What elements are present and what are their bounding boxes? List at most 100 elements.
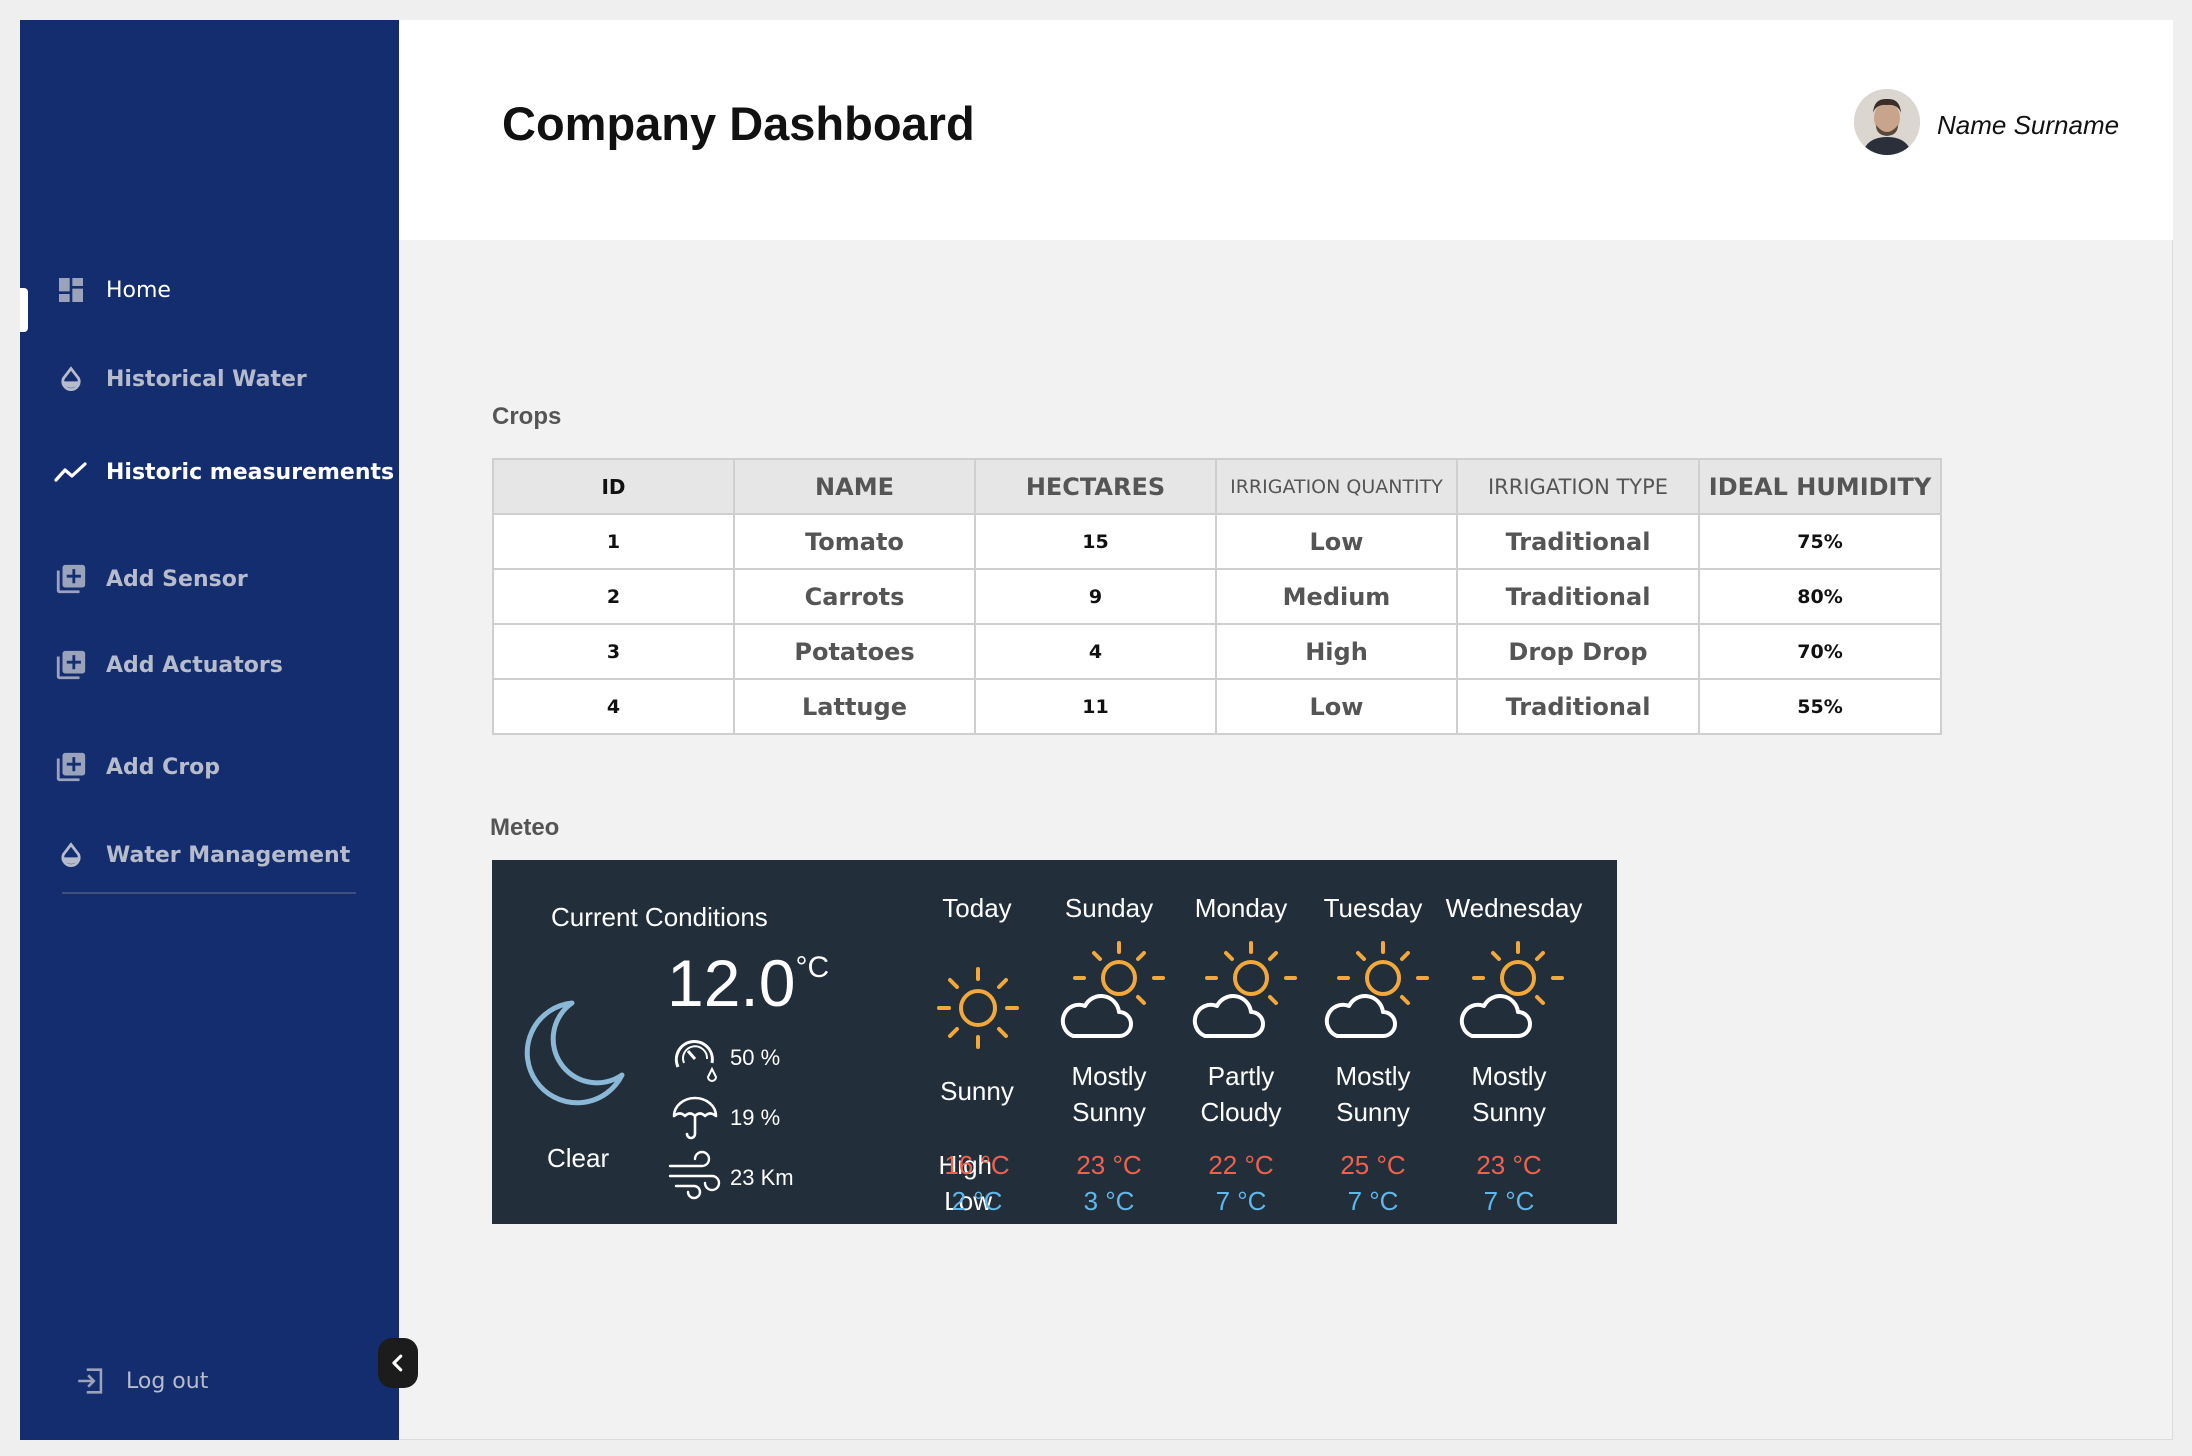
collapse-sidebar-button[interactable] bbox=[378, 1338, 418, 1388]
forecast-day: Today bbox=[942, 893, 1012, 923]
sun-cloud-icon bbox=[1192, 941, 1297, 1038]
forecast-high: 23 °C bbox=[1076, 1150, 1142, 1180]
table-row[interactable]: 1 Tomato 15 Low Traditional 75% bbox=[492, 513, 1942, 570]
current-conditions-title: Current Conditions bbox=[551, 902, 768, 932]
cell-name: Lattuge bbox=[733, 678, 976, 735]
forecast-high: 22 °C bbox=[1208, 1150, 1274, 1180]
sidebar-item-label: Historical Water bbox=[106, 366, 307, 392]
cell-irrigation-type: Traditional bbox=[1456, 513, 1700, 570]
cell-irrigation-quantity: Low bbox=[1215, 513, 1458, 570]
sidebar-item-add-crop[interactable]: Add Crop bbox=[54, 742, 220, 792]
forecast-low: 7 °C bbox=[1215, 1186, 1267, 1216]
temperature-unit: °C bbox=[795, 951, 830, 984]
column-header-name[interactable]: NAME bbox=[733, 458, 976, 515]
table-row[interactable]: 4 Lattuge 11 Low Traditional 55% bbox=[492, 678, 1942, 735]
forecast-day: Tuesday bbox=[1323, 893, 1423, 923]
forecast-condition-line2: Sunny bbox=[1472, 1097, 1546, 1127]
forecast-low: 2 °C bbox=[951, 1186, 1003, 1216]
cell-hectares: 15 bbox=[974, 513, 1217, 570]
precipitation-value: 19 % bbox=[730, 1105, 781, 1130]
water-drop-icon bbox=[54, 838, 88, 872]
sun-icon bbox=[937, 967, 1019, 1049]
crops-table: ID NAME HECTARES IRRIGATION QUANTITY IRR… bbox=[492, 458, 1942, 735]
cell-name: Potatoes bbox=[733, 623, 976, 680]
forecast-condition: Mostly bbox=[1335, 1061, 1411, 1091]
cell-ideal-humidity: 70% bbox=[1698, 623, 1942, 680]
forecast-day: Wednesday bbox=[1445, 893, 1583, 923]
sidebar-item-add-actuators[interactable]: Add Actuators bbox=[54, 640, 283, 690]
umbrella-icon bbox=[672, 1096, 718, 1140]
cell-irrigation-type: Traditional bbox=[1456, 568, 1700, 625]
sidebar-item-historical-water[interactable]: Historical Water bbox=[54, 354, 307, 404]
forecast-condition: Mostly bbox=[1071, 1061, 1147, 1091]
line-chart-icon bbox=[54, 455, 88, 489]
table-row[interactable]: 3 Potatoes 4 High Drop Drop 70% bbox=[492, 623, 1942, 680]
add-box-icon bbox=[54, 648, 88, 682]
forecast-condition-line2: Cloudy bbox=[1200, 1097, 1282, 1127]
temperature-value: 12.0 bbox=[667, 946, 796, 1020]
logout-button[interactable]: Log out bbox=[74, 1356, 208, 1406]
add-box-icon bbox=[54, 750, 88, 784]
sun-cloud-icon bbox=[1324, 941, 1429, 1038]
forecast-high: 16 °C bbox=[944, 1150, 1010, 1180]
column-header-ideal-humidity[interactable]: IDEAL HUMIDITY bbox=[1698, 458, 1942, 515]
sidebar-item-historic-measurements[interactable]: Historic measurements bbox=[54, 447, 394, 497]
moon-icon bbox=[524, 1000, 625, 1106]
sidebar-item-label: Water Management bbox=[106, 842, 351, 868]
sun-cloud-icon bbox=[1459, 941, 1564, 1038]
forecast-condition-line2: Sunny bbox=[1072, 1097, 1146, 1127]
cell-ideal-humidity: 75% bbox=[1698, 513, 1942, 570]
sidebar-item-add-sensor[interactable]: Add Sensor bbox=[54, 554, 248, 604]
column-header-irrigation-quantity[interactable]: IRRIGATION QUANTITY bbox=[1215, 458, 1458, 515]
wind-value: 23 Km bbox=[730, 1165, 794, 1190]
sidebar-item-label: Home bbox=[106, 277, 171, 303]
cell-irrigation-type: Drop Drop bbox=[1456, 623, 1700, 680]
sidebar-item-label: Add Actuators bbox=[106, 652, 283, 678]
humidity-value: 50 % bbox=[730, 1045, 781, 1070]
table-row[interactable]: 2 Carrots 9 Medium Traditional 80% bbox=[492, 568, 1942, 625]
forecast-day: Sunday bbox=[1064, 893, 1154, 923]
humidity-gauge-icon bbox=[674, 1040, 718, 1082]
top-header: Company Dashboard Name Surname bbox=[399, 20, 2173, 240]
dashboard-icon bbox=[54, 273, 88, 307]
cell-irrigation-quantity: Medium bbox=[1215, 568, 1458, 625]
cell-id: 1 bbox=[492, 513, 735, 570]
forecast-high: 25 °C bbox=[1340, 1150, 1406, 1180]
current-condition-label: Clear bbox=[547, 1143, 610, 1173]
column-header-id[interactable]: ID bbox=[492, 458, 735, 515]
forecast-low: 7 °C bbox=[1347, 1186, 1399, 1216]
sun-cloud-icon bbox=[1060, 941, 1165, 1038]
add-box-icon bbox=[54, 562, 88, 596]
cell-id: 3 bbox=[492, 623, 735, 680]
user-name[interactable]: Name Surname bbox=[1937, 110, 2119, 141]
forecast-high: 23 °C bbox=[1476, 1150, 1542, 1180]
crops-section-title: Crops bbox=[492, 403, 562, 430]
cell-ideal-humidity: 80% bbox=[1698, 568, 1942, 625]
cell-hectares: 11 bbox=[974, 678, 1217, 735]
sidebar-item-label: Add Sensor bbox=[106, 566, 248, 592]
cell-irrigation-quantity: Low bbox=[1215, 678, 1458, 735]
table-header-row: ID NAME HECTARES IRRIGATION QUANTITY IRR… bbox=[492, 458, 1942, 515]
page-title: Company Dashboard bbox=[502, 97, 975, 150]
logout-label: Log out bbox=[126, 1368, 209, 1394]
column-header-irrigation-type[interactable]: IRRIGATION TYPE bbox=[1456, 458, 1700, 515]
sidebar-item-water-management[interactable]: Water Management bbox=[54, 830, 350, 880]
avatar[interactable] bbox=[1854, 89, 1920, 155]
active-indicator bbox=[20, 288, 28, 332]
weather-widget: Current Conditions Clear 12.0°C 50 % 19 … bbox=[492, 860, 1617, 1224]
forecast-condition: Partly bbox=[1207, 1061, 1275, 1091]
sidebar-divider bbox=[62, 892, 356, 894]
chevron-left-icon bbox=[392, 1354, 403, 1372]
cell-irrigation-quantity: High bbox=[1215, 623, 1458, 680]
wind-icon bbox=[668, 1150, 721, 1200]
column-header-hectares[interactable]: HECTARES bbox=[974, 458, 1217, 515]
forecast-condition-line2: Sunny bbox=[1336, 1097, 1410, 1127]
forecast-condition: Mostly bbox=[1471, 1061, 1547, 1091]
cell-id: 4 bbox=[492, 678, 735, 735]
meteo-section-title: Meteo bbox=[490, 814, 560, 841]
sidebar-item-home[interactable]: Home bbox=[54, 265, 171, 315]
forecast-condition: Sunny bbox=[940, 1076, 1014, 1106]
logout-icon bbox=[74, 1364, 108, 1398]
cell-ideal-humidity: 55% bbox=[1698, 678, 1942, 735]
cell-hectares: 9 bbox=[974, 568, 1217, 625]
